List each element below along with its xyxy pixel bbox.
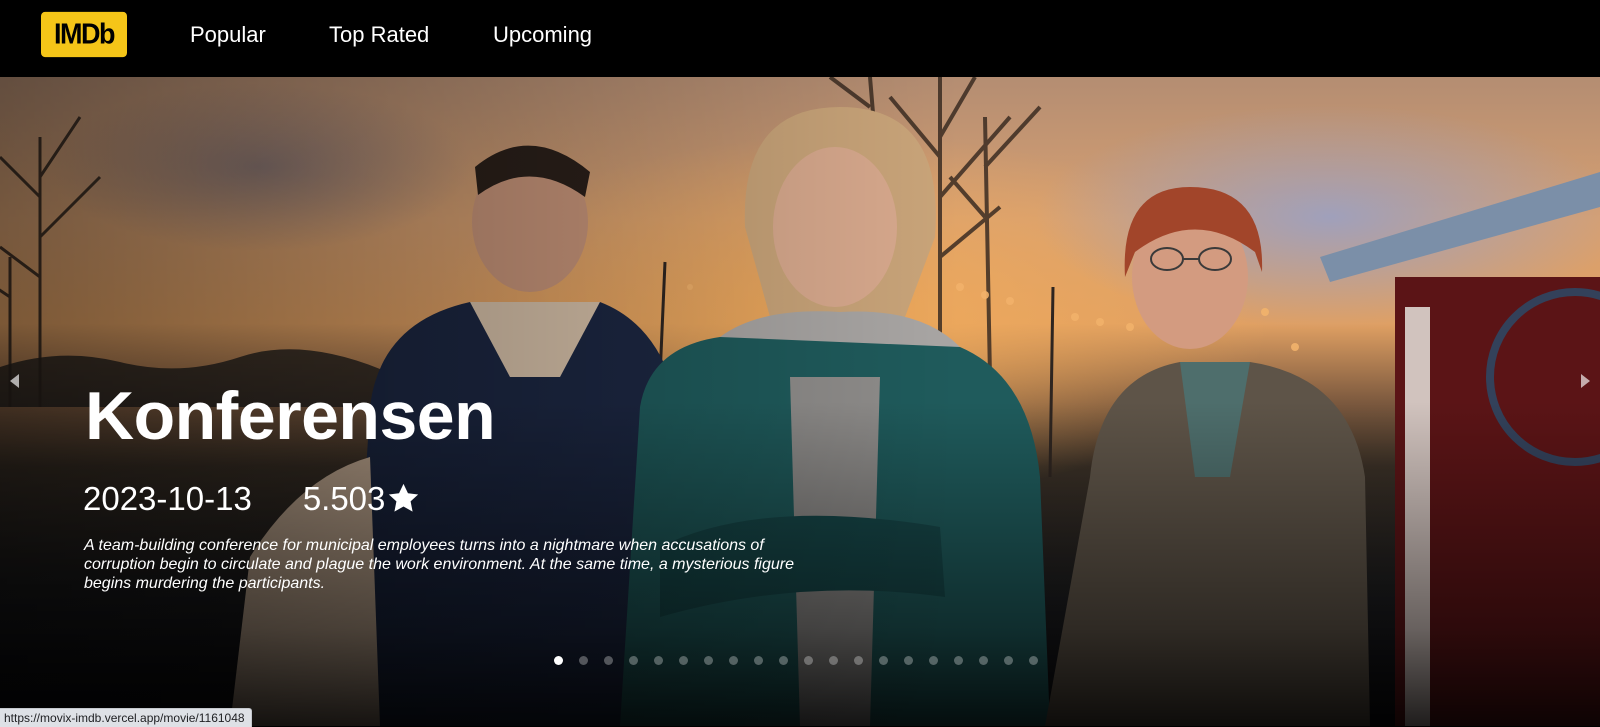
rating-value: 5.503 [302, 480, 386, 517]
carousel-dot[interactable] [654, 656, 663, 665]
movie-meta: 2023-10-13 5.503 [83, 480, 422, 518]
carousel-dot[interactable] [979, 656, 988, 665]
carousel-dot[interactable] [1004, 656, 1013, 665]
carousel-dot[interactable] [579, 656, 588, 665]
carousel-dot[interactable] [929, 656, 938, 665]
carousel-dot[interactable] [629, 656, 638, 665]
release-date: 2023-10-13 [83, 480, 252, 517]
carousel-dot[interactable] [604, 656, 613, 665]
carousel-next-arrow-icon[interactable] [1581, 374, 1590, 388]
carousel-dot[interactable] [679, 656, 688, 665]
nav-upcoming[interactable]: Upcoming [493, 22, 592, 48]
carousel-dot[interactable] [879, 656, 888, 665]
imdb-logo[interactable]: IMDb [41, 11, 127, 58]
carousel-prev-arrow-icon[interactable] [10, 374, 19, 388]
star-icon [389, 483, 419, 512]
carousel-dot[interactable] [779, 656, 788, 665]
carousel-dot[interactable] [829, 656, 838, 665]
carousel-dot[interactable] [704, 656, 713, 665]
movie-title[interactable]: Konferensen [85, 376, 496, 456]
nav-popular[interactable]: Popular [190, 22, 266, 48]
nav-top-rated[interactable]: Top Rated [329, 22, 429, 48]
carousel-dot[interactable] [554, 656, 563, 665]
carousel-dot[interactable] [1029, 656, 1038, 665]
top-navbar: IMDb Popular Top Rated Upcoming [0, 0, 1600, 77]
rating: 5.503 [303, 480, 423, 518]
carousel-dot[interactable] [729, 656, 738, 665]
movie-overview: A team-building conference for municipal… [84, 537, 794, 592]
carousel-dot[interactable] [804, 656, 813, 665]
carousel-pagination [554, 656, 1038, 665]
status-bar-url: https://movix-imdb.vercel.app/movie/1161… [0, 708, 252, 727]
carousel-dot[interactable] [954, 656, 963, 665]
hero-carousel[interactable]: Konferensen 2023-10-13 5.503 A team-buil… [0, 77, 1600, 726]
carousel-dot[interactable] [854, 656, 863, 665]
carousel-dot[interactable] [754, 656, 763, 665]
carousel-dot[interactable] [904, 656, 913, 665]
